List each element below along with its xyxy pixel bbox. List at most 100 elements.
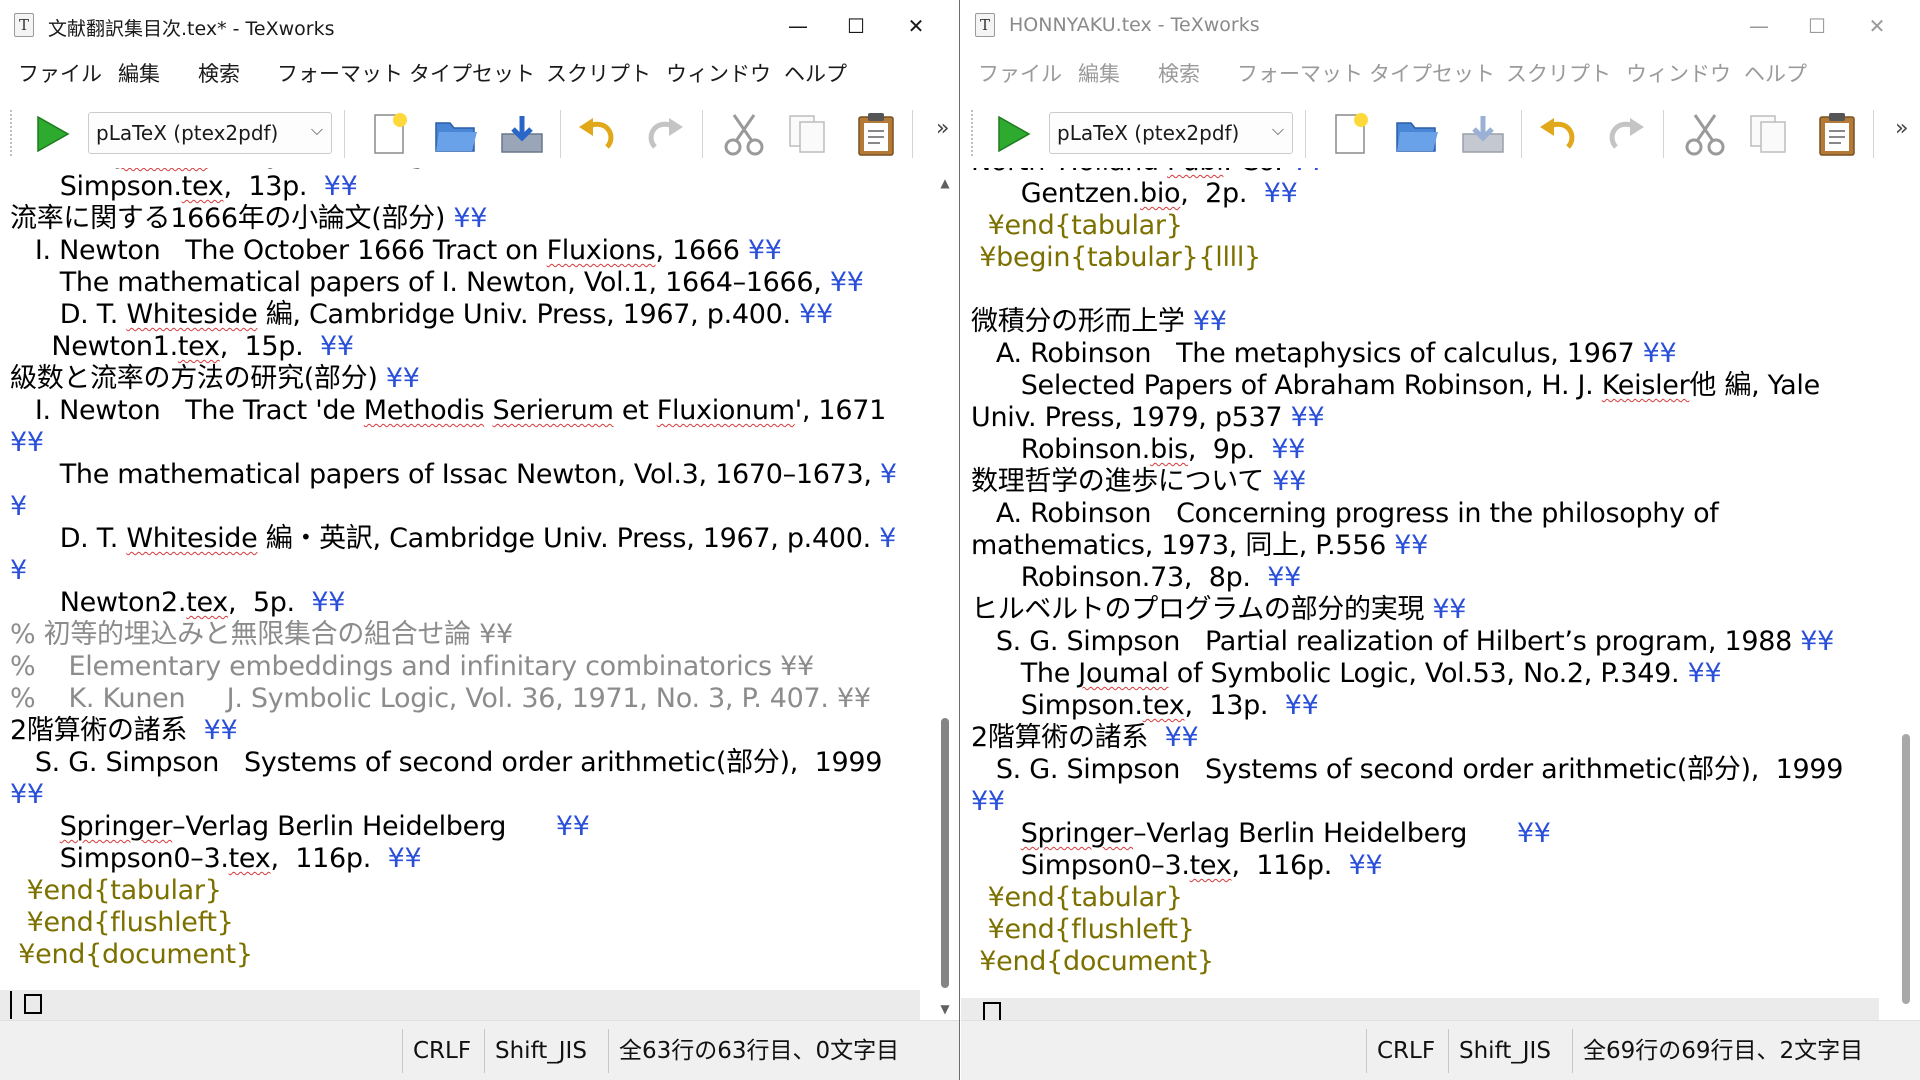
typeset-button[interactable] xyxy=(26,108,78,160)
undo-button[interactable] xyxy=(572,108,624,160)
undo-button[interactable] xyxy=(1533,108,1585,160)
editor-line: % 初等的埋込みと無限集合の組合せ論 ¥¥ xyxy=(10,619,513,650)
menu-format[interactable]: フォーマット xyxy=(277,58,403,88)
copy-button[interactable] xyxy=(1743,108,1795,160)
minimize-button[interactable]: — xyxy=(775,6,821,46)
menu-window[interactable]: ウィンドウ xyxy=(1626,58,1731,88)
toolbar-grip[interactable] xyxy=(10,110,16,156)
menu-scripts[interactable]: スクリプト xyxy=(1506,58,1611,88)
menu-typeset[interactable]: タイプセット xyxy=(409,58,535,88)
source-editor[interactable]: North–Holland Publ. Co. ¥¥ Gentzen.bio, … xyxy=(961,168,1920,1020)
scroll-down-arrow-icon[interactable]: ▼ xyxy=(934,1002,956,1016)
paste-icon xyxy=(858,113,894,156)
menu-scripts[interactable]: スクリプト xyxy=(546,58,651,88)
open-button[interactable] xyxy=(430,108,482,160)
copy-button[interactable] xyxy=(782,108,834,160)
menu-help[interactable]: ヘルプ xyxy=(1744,58,1807,88)
menu-search[interactable]: 検索 xyxy=(1158,58,1200,88)
play-icon xyxy=(37,115,70,153)
scroll-thumb[interactable] xyxy=(1902,734,1910,1004)
open-button[interactable] xyxy=(1391,108,1443,160)
vertical-scrollbar[interactable]: ▲ ▼ xyxy=(934,168,956,1020)
editor-line: A. Robinson The metaphysics of calculus,… xyxy=(971,338,1677,369)
menu-window[interactable]: ウィンドウ xyxy=(666,58,771,88)
editor-line: Springer–Verlag Berlin Heidelberg ¥¥ xyxy=(59,811,590,842)
engine-select[interactable]: pLaTeX (ptex2pdf) ⌵ xyxy=(1049,112,1293,154)
menu-file[interactable]: ファイル xyxy=(978,58,1062,88)
editor-line: The mathematical papers of Issac Newton,… xyxy=(10,459,897,490)
menu-edit[interactable]: 編集 xyxy=(1078,58,1120,88)
editor-line: S. G. Simpson Systems of second order ar… xyxy=(971,754,1844,785)
engine-select[interactable]: pLaTeX (ptex2pdf) ⌵ xyxy=(88,112,332,154)
toolbar-overflow-button[interactable]: » xyxy=(1895,116,1908,141)
copy-icon xyxy=(789,115,825,153)
engine-select-value: pLaTeX (ptex2pdf) xyxy=(96,121,279,145)
title-bar[interactable]: T 文献翻訳集目次.tex* - TeXworks — ☐ ✕ xyxy=(0,0,959,54)
editor-line: The Joumal of Symbolic Logic, Vol.53, No… xyxy=(10,168,761,170)
menu-edit[interactable]: 編集 xyxy=(118,58,160,88)
toolbar-separator xyxy=(912,110,913,158)
toolbar-separator xyxy=(1521,110,1522,158)
line-ending-indicator[interactable]: CRLF xyxy=(1366,1029,1445,1073)
editor-line: Newton1.tex, 15p. ¥¥ xyxy=(10,331,354,362)
save-button[interactable] xyxy=(496,108,548,160)
editor-line: ¥end{tabular} xyxy=(987,210,1183,241)
paste-button[interactable] xyxy=(1811,108,1863,160)
save-icon xyxy=(501,116,543,153)
toolbar-separator xyxy=(560,110,561,158)
scroll-thumb[interactable] xyxy=(941,718,949,988)
menu-format[interactable]: フォーマット xyxy=(1237,58,1363,88)
status-bar: CRLF Shift_JIS 全63行の63行目、0文字目 xyxy=(0,1020,959,1080)
paste-button[interactable] xyxy=(850,108,902,160)
line-ending-indicator[interactable]: CRLF xyxy=(402,1029,481,1073)
cursor-position-indicator: 全69行の69行目、2文字目 xyxy=(1572,1029,1873,1073)
redo-button[interactable] xyxy=(1599,108,1651,160)
menu-search[interactable]: 検索 xyxy=(198,58,240,88)
close-button[interactable]: ✕ xyxy=(1854,6,1900,46)
toolbar-separator xyxy=(1663,110,1664,158)
redo-icon xyxy=(648,118,683,149)
editor-line: The mathematical papers of I. Newton, Vo… xyxy=(10,267,864,298)
redo-button[interactable] xyxy=(638,108,690,160)
source-editor[interactable]: The Joumal of Symbolic Logic, Vol.53, No… xyxy=(0,168,959,1020)
title-bar[interactable]: T HONNYAKU.tex - TeXworks — ☐ ✕ xyxy=(961,0,1920,54)
close-button[interactable]: ✕ xyxy=(893,6,939,46)
new-document-button[interactable] xyxy=(364,108,416,160)
texworks-window-right[interactable]: T HONNYAKU.tex - TeXworks — ☐ ✕ ファイル 編集 … xyxy=(961,0,1920,1080)
save-button[interactable] xyxy=(1457,108,1509,160)
editor-line: ¥end{flushleft} xyxy=(26,907,234,938)
editor-line: Simpson.tex, 13p. ¥¥ xyxy=(10,171,358,202)
menu-help[interactable]: ヘルプ xyxy=(784,58,847,88)
encoding-indicator[interactable]: Shift_JIS xyxy=(1448,1029,1561,1073)
editor-line: I. Newton The Tract 'de Methodis Serieru… xyxy=(10,395,886,426)
editor-line: ¥ xyxy=(10,555,27,586)
vertical-scrollbar[interactable] xyxy=(1895,168,1917,1020)
menu-typeset[interactable]: タイプセット xyxy=(1369,58,1495,88)
current-line-highlight xyxy=(961,998,1879,1020)
texworks-app-icon[interactable]: T xyxy=(14,13,34,37)
editor-line: ヒルベルトのプログラムの部分的実現 ¥¥ xyxy=(971,594,1467,625)
editor-line: A. Robinson Concerning progress in the p… xyxy=(971,498,1719,529)
copy-icon xyxy=(1750,115,1786,153)
texworks-app-icon[interactable]: T xyxy=(975,13,995,37)
menu-bar: ファイル 編集 検索 フォーマット タイプセット スクリプト ウィンドウ ヘルプ xyxy=(0,54,959,94)
maximize-button[interactable]: ☐ xyxy=(833,6,879,46)
cut-button[interactable] xyxy=(1679,108,1731,160)
editor-line: S. G. Simpson Systems of second order ar… xyxy=(10,747,883,778)
minimize-button[interactable]: — xyxy=(1736,6,1782,46)
editor-line: North–Holland Publ. Co. ¥¥ xyxy=(971,168,1325,177)
editor-line: Selected Papers of Abraham Robinson, H. … xyxy=(971,370,1821,401)
cursor-box-icon xyxy=(983,1002,1001,1020)
menu-file[interactable]: ファイル xyxy=(18,58,102,88)
toolbar-grip[interactable] xyxy=(971,110,977,156)
texworks-window-left[interactable]: T 文献翻訳集目次.tex* - TeXworks — ☐ ✕ ファイル 編集 … xyxy=(0,0,960,1080)
maximize-button[interactable]: ☐ xyxy=(1794,6,1840,46)
scroll-up-arrow-icon[interactable]: ▲ xyxy=(934,176,956,190)
window-title: 文献翻訳集目次.tex* - TeXworks xyxy=(48,18,335,40)
typeset-button[interactable] xyxy=(987,108,1039,160)
editor-line: ¥ xyxy=(10,491,27,522)
toolbar-overflow-button[interactable]: » xyxy=(936,116,949,141)
new-document-button[interactable] xyxy=(1325,108,1377,160)
cut-button[interactable] xyxy=(718,108,770,160)
encoding-indicator[interactable]: Shift_JIS xyxy=(484,1029,597,1073)
